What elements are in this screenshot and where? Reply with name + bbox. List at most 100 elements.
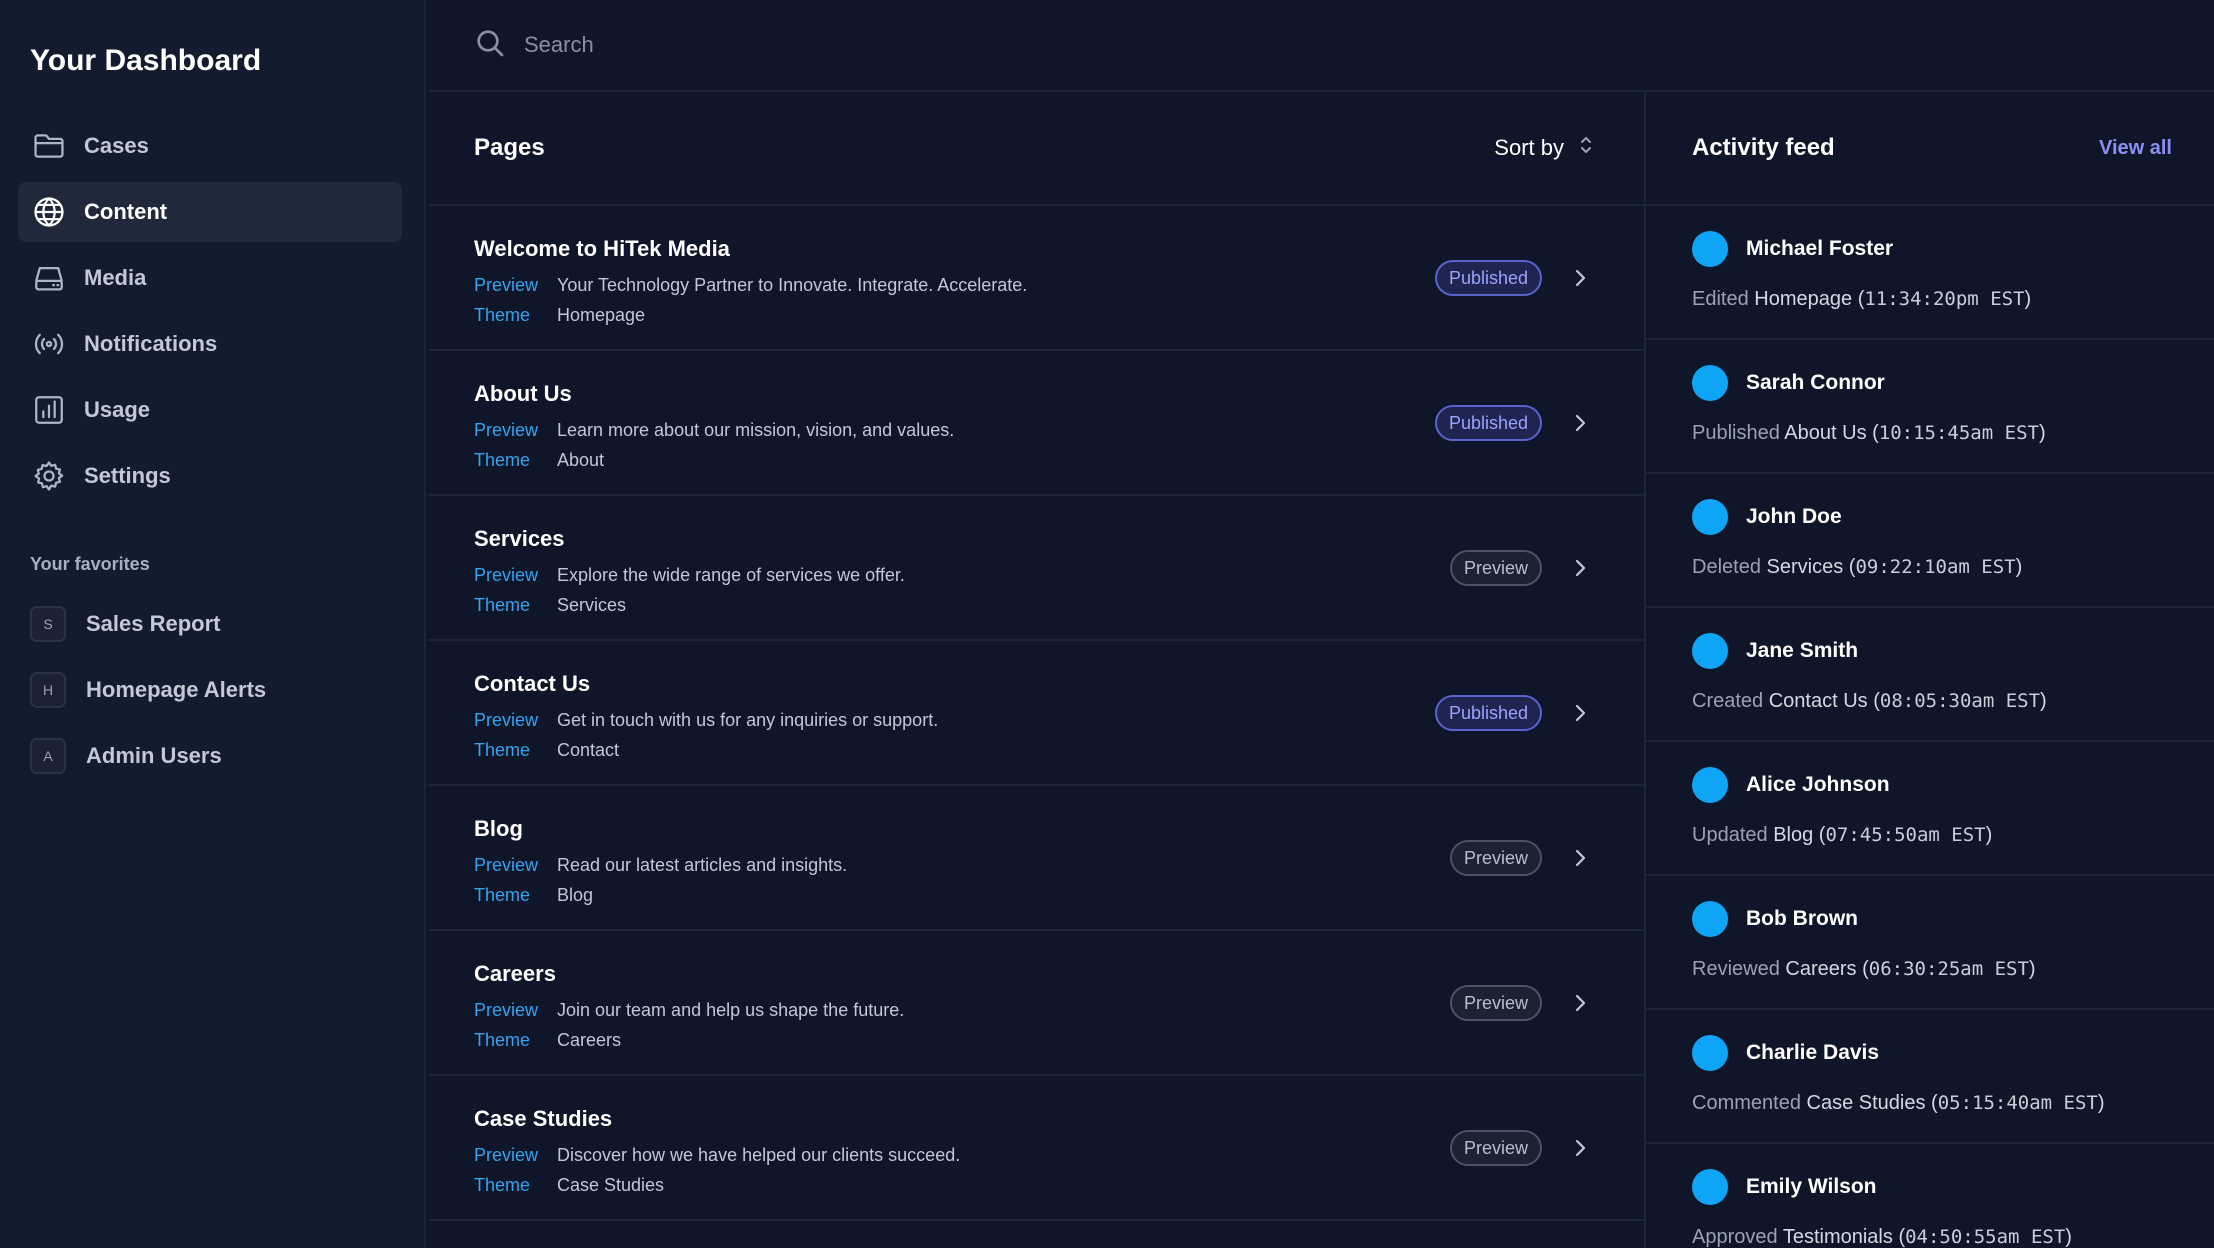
feed-object: About Us bbox=[1784, 422, 1867, 444]
feed-user-name: Michael Foster bbox=[1746, 237, 1894, 260]
theme-link[interactable]: Theme bbox=[474, 735, 557, 765]
feed-action: Commented bbox=[1692, 1092, 1801, 1114]
page-row-contact[interactable]: Contact Us Preview Get in touch with us f… bbox=[428, 641, 1644, 786]
feed-action: Published bbox=[1692, 422, 1780, 444]
avatar bbox=[1692, 1035, 1728, 1071]
chevron-right-icon[interactable] bbox=[1568, 266, 1592, 290]
page-preview-text: Read our latest articles and insights. bbox=[557, 855, 848, 875]
feed-object: Blog bbox=[1773, 824, 1814, 846]
feed-object: Careers bbox=[1785, 958, 1857, 980]
avatar bbox=[1692, 499, 1728, 535]
sidebar-item-media[interactable]: Media bbox=[18, 248, 402, 308]
page-name: Welcome to HiTek Media bbox=[474, 236, 730, 261]
folder-icon bbox=[32, 129, 66, 163]
feed-object: Case Studies bbox=[1806, 1092, 1926, 1114]
feed-object: Contact Us bbox=[1768, 690, 1868, 712]
chevron-right-icon[interactable] bbox=[1568, 701, 1592, 725]
page-name: Blog bbox=[474, 816, 523, 841]
feed-action: Updated bbox=[1692, 824, 1768, 846]
sidebar-nav: Cases Content Media Notifications Usage bbox=[18, 116, 402, 512]
theme-link[interactable]: Theme bbox=[474, 590, 557, 620]
avatar bbox=[1692, 901, 1728, 937]
sidebar-item-label: Media bbox=[84, 265, 147, 290]
preview-link[interactable]: Preview bbox=[474, 1140, 557, 1170]
pages-header: Pages Sort by bbox=[428, 92, 1644, 206]
avatar bbox=[1692, 231, 1728, 267]
preview-link[interactable]: Preview bbox=[474, 705, 557, 735]
sidebar-item-settings[interactable]: Settings bbox=[18, 446, 402, 506]
page-name: Services bbox=[474, 526, 565, 551]
status-badge: Published bbox=[1434, 405, 1542, 441]
theme-link[interactable]: Theme bbox=[474, 300, 557, 330]
avatar bbox=[1692, 633, 1728, 669]
view-all-link[interactable]: View all bbox=[2099, 137, 2172, 160]
feed-action: Created bbox=[1692, 690, 1764, 712]
favorite-homepage-alerts[interactable]: H Homepage Alerts bbox=[18, 660, 402, 720]
favorite-sales-report[interactable]: S Sales Report bbox=[18, 594, 402, 654]
feed-time: 09:22:10am EST bbox=[1855, 556, 2016, 578]
chevron-right-icon[interactable] bbox=[1568, 556, 1592, 580]
preview-link[interactable]: Preview bbox=[474, 415, 557, 445]
sidebar: Your Dashboard Cases Content Media Notif… bbox=[0, 0, 426, 1248]
search-bar bbox=[428, 0, 2214, 92]
page-row-welcome[interactable]: Welcome to HiTek Media Preview Your Techn… bbox=[428, 206, 1644, 351]
preview-link[interactable]: Preview bbox=[474, 270, 557, 300]
page-preview-text: Join our team and help us shape the futu… bbox=[557, 1000, 905, 1020]
sort-button[interactable]: Sort by bbox=[1494, 133, 1598, 163]
hard-drive-icon bbox=[32, 261, 66, 295]
page-name: Careers bbox=[474, 961, 556, 986]
globe-icon bbox=[32, 195, 66, 229]
chevron-right-icon[interactable] bbox=[1568, 1136, 1592, 1160]
feed-time: 06:30:25am EST bbox=[1868, 958, 2029, 980]
chevron-right-icon[interactable] bbox=[1568, 846, 1592, 870]
feed-object: Testimonials bbox=[1782, 1226, 1893, 1248]
theme-link[interactable]: Theme bbox=[474, 1025, 557, 1055]
signal-icon bbox=[32, 327, 66, 361]
page-row-blog[interactable]: Blog Preview Read our latest articles and… bbox=[428, 786, 1644, 931]
feed-time: 04:50:55am EST bbox=[1905, 1226, 2066, 1248]
sidebar-item-label: Usage bbox=[84, 397, 151, 422]
page-preview-text: Your Technology Partner to Innovate. Int… bbox=[557, 275, 1028, 295]
sidebar-item-cases[interactable]: Cases bbox=[18, 116, 402, 176]
search-icon bbox=[474, 27, 506, 64]
pages-panel: Pages Sort by Welcome to HiTek Media Pre… bbox=[428, 92, 1646, 1248]
page-preview-text: Get in touch with us for any inquiries o… bbox=[557, 710, 939, 730]
feed-object: Homepage bbox=[1754, 288, 1853, 310]
preview-link[interactable]: Preview bbox=[474, 560, 557, 590]
page-row-services[interactable]: Services Preview Explore the wide range o… bbox=[428, 496, 1644, 641]
feed-item: Jane Smith Created Contact Us (08:05:30a… bbox=[1646, 608, 2214, 742]
chevron-right-icon[interactable] bbox=[1568, 991, 1592, 1015]
feed-time: 07:45:50am EST bbox=[1825, 824, 1986, 846]
feed-action: Reviewed bbox=[1692, 958, 1780, 980]
page-row-careers[interactable]: Careers Preview Join our team and help us… bbox=[428, 931, 1644, 1076]
page-row-about[interactable]: About Us Preview Learn more about our mis… bbox=[428, 351, 1644, 496]
sidebar-item-content[interactable]: Content bbox=[18, 182, 402, 242]
favorite-initial-badge: S bbox=[30, 606, 66, 642]
favorite-admin-users[interactable]: A Admin Users bbox=[18, 726, 402, 786]
chevron-right-icon[interactable] bbox=[1568, 411, 1592, 435]
sidebar-item-notifications[interactable]: Notifications bbox=[18, 314, 402, 374]
feed-header: Activity feed View all bbox=[1646, 92, 2214, 206]
page-preview-text: Discover how we have helped our clients … bbox=[557, 1145, 961, 1165]
theme-link[interactable]: Theme bbox=[474, 880, 557, 910]
feed-user-name: Alice Johnson bbox=[1746, 773, 1890, 796]
page-row-case-studies[interactable]: Case Studies Preview Discover how we have… bbox=[428, 1076, 1644, 1221]
sidebar-item-label: Settings bbox=[84, 463, 171, 488]
feed-time: 10:15:45am EST bbox=[1878, 422, 2039, 444]
favorite-label: Sales Report bbox=[86, 611, 221, 636]
sort-label: Sort by bbox=[1494, 135, 1564, 160]
preview-link[interactable]: Preview bbox=[474, 995, 557, 1025]
feed-item: Charlie Davis Commented Case Studies (05… bbox=[1646, 1010, 2214, 1144]
preview-link[interactable]: Preview bbox=[474, 850, 557, 880]
sidebar-item-usage[interactable]: Usage bbox=[18, 380, 402, 440]
page-theme-text: About bbox=[557, 450, 605, 470]
status-badge: Published bbox=[1434, 695, 1542, 731]
sidebar-item-label: Content bbox=[84, 199, 168, 224]
search-input[interactable] bbox=[524, 32, 1324, 58]
page-theme-text: Services bbox=[557, 595, 627, 615]
feed-user-name: Emily Wilson bbox=[1746, 1175, 1877, 1198]
feed-user-name: Jane Smith bbox=[1746, 639, 1859, 662]
theme-link[interactable]: Theme bbox=[474, 1170, 557, 1200]
page-name: About Us bbox=[474, 381, 572, 406]
theme-link[interactable]: Theme bbox=[474, 445, 557, 475]
